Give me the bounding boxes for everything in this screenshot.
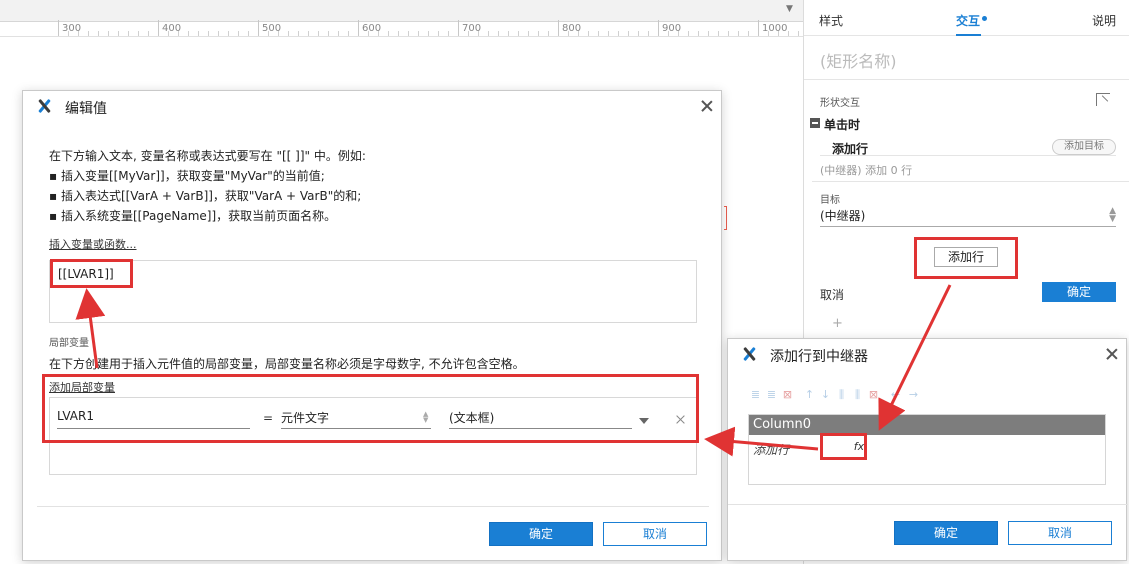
ruler-tick xyxy=(558,20,559,36)
edit-value-dialog: 编辑值 在下方输入文本, 变量名称或表达式要写在 "[[ ]]" 中。例如: ▪… xyxy=(22,90,722,561)
instruction-line: 在下方输入文本, 变量名称或表达式要写在 "[[ ]]" 中。例如: xyxy=(49,149,366,163)
divider xyxy=(804,79,1129,80)
expand-icon[interactable] xyxy=(1096,93,1110,106)
divider xyxy=(728,504,1128,505)
dialog-title: 添加行到中继器 xyxy=(770,349,868,365)
tab-notes[interactable]: 说明 xyxy=(1092,12,1116,29)
tab-interactions[interactable]: 交互 xyxy=(956,12,980,29)
select-arrows-icon: ▲ ▼ xyxy=(1109,206,1116,224)
cancel-button[interactable]: 取消 xyxy=(1008,521,1112,545)
move-right-icon[interactable]: → xyxy=(908,389,919,401)
dialog-title: 编辑值 xyxy=(65,101,107,117)
target-select[interactable]: (中继器) ▲ ▼ xyxy=(820,207,1116,227)
app-logo-icon xyxy=(37,99,51,113)
insert-row-icon[interactable]: ≣ xyxy=(750,389,761,401)
event-label[interactable]: 单击时 xyxy=(824,116,860,133)
expression-text: [[LVAR1]] xyxy=(58,267,114,281)
instruction-line: ▪ 插入表达式[[VarA + VarB]]，获取"VarA + VarB"的和… xyxy=(49,189,362,203)
move-down-icon[interactable]: ↓ xyxy=(820,389,831,401)
ruler-baseline xyxy=(0,36,803,37)
variable-name-input[interactable]: LVAR1 xyxy=(57,407,250,429)
divider xyxy=(37,506,709,507)
variable-type-value: 元件文字 xyxy=(281,411,330,425)
shape-name-field[interactable]: (矩形名称) xyxy=(820,48,897,72)
ruler-tick xyxy=(458,20,459,36)
tab-active-underline xyxy=(956,34,981,36)
divider xyxy=(820,155,1116,156)
horizontal-ruler: 300 400 500 600 700 800 900 1000 ▼ xyxy=(0,0,803,34)
delete-row-icon[interactable]: ⊠ xyxy=(782,389,793,401)
target-label: 目标 xyxy=(820,195,840,206)
variable-name-value: LVAR1 xyxy=(57,409,94,423)
ruler-label: 1000 xyxy=(762,23,788,34)
close-icon[interactable] xyxy=(1106,348,1118,360)
add-target-button[interactable]: 添加目标 xyxy=(1052,139,1116,155)
ok-button[interactable]: 确定 xyxy=(489,522,593,546)
variable-target-select[interactable]: (文本框) xyxy=(449,407,632,429)
ruler-tick xyxy=(58,20,59,36)
local-variables-description: 在下方创建用于插入元件值的局部变量，局部变量名称必须是字母数字, 不允许包含空格… xyxy=(49,357,525,371)
canvas-shape-edge xyxy=(724,206,727,230)
equals-sign: = xyxy=(263,411,274,425)
column-header[interactable]: Column0 xyxy=(749,415,1105,435)
add-row-repeater-dialog: 添加行到中继器 ≣ ≣ ⊠ ↑ ↓ ⫼ ⫼ ⊠ ← → Column0 添加行 … xyxy=(727,338,1128,561)
instruction-line: ▪ 插入系统变量[[PageName]]，获取当前页面名称。 xyxy=(49,209,337,223)
ruler-tick xyxy=(658,20,659,36)
move-left-icon[interactable]: ← xyxy=(890,389,901,401)
variable-type-select[interactable]: 元件文字 xyxy=(281,407,431,429)
inspector-cancel-link[interactable]: 取消 xyxy=(820,286,844,303)
insert-variable-link[interactable]: 插入变量或函数... xyxy=(49,236,137,252)
delete-column-icon[interactable]: ⊠ xyxy=(868,389,879,401)
local-variables-title: 局部变量 xyxy=(49,338,89,349)
collapse-icon[interactable] xyxy=(810,118,820,128)
ok-button[interactable]: 确定 xyxy=(894,521,998,545)
ruler-scroll-arrow-icon[interactable]: ▼ xyxy=(786,4,793,14)
expression-textarea[interactable]: [[LVAR1]] xyxy=(49,260,697,323)
fx-icon[interactable]: fx xyxy=(839,437,879,457)
move-up-icon[interactable]: ↑ xyxy=(804,389,815,401)
tab-style[interactable]: 样式 xyxy=(819,12,843,29)
repeater-data-grid: Column0 添加行 fx xyxy=(748,414,1106,485)
ruler-tick xyxy=(358,20,359,36)
insert-row-below-icon[interactable]: ≣ xyxy=(766,389,777,401)
inspector-tabs: 样式 交互 说明 xyxy=(804,0,1129,36)
add-local-variable-link[interactable]: 添加局部变量 xyxy=(49,379,115,395)
add-icon[interactable]: + xyxy=(832,316,843,331)
instruction-line: ▪ 插入变量[[MyVar]]，获取变量"MyVar"的当前值; xyxy=(49,169,325,183)
divider xyxy=(812,181,1129,182)
ruler-tick xyxy=(258,20,259,36)
target-select-value: (中继器) xyxy=(820,209,866,223)
inspector-ok-button[interactable]: 确定 xyxy=(1042,282,1116,302)
row-label: 添加行 xyxy=(753,443,790,457)
dropdown-arrow-icon[interactable] xyxy=(639,418,649,424)
tab-active-dot xyxy=(982,16,987,21)
cancel-button[interactable]: 取消 xyxy=(603,522,707,546)
select-arrows-icon: ▲ ▼ xyxy=(423,410,429,424)
ruler-tick xyxy=(758,20,759,36)
remove-variable-icon[interactable] xyxy=(676,415,685,424)
close-icon[interactable] xyxy=(701,100,713,112)
insert-column-right-icon[interactable]: ⫼ xyxy=(852,389,863,401)
ruler-tick xyxy=(158,20,159,36)
action-detail: (中继器) 添加 0 行 xyxy=(820,164,913,177)
app-logo-icon xyxy=(742,347,756,361)
variable-target-value: (文本框) xyxy=(449,411,495,425)
section-label: 形状交互 xyxy=(820,98,860,109)
insert-column-icon[interactable]: ⫼ xyxy=(836,389,847,401)
add-row-button[interactable]: 添加行 xyxy=(934,247,998,267)
